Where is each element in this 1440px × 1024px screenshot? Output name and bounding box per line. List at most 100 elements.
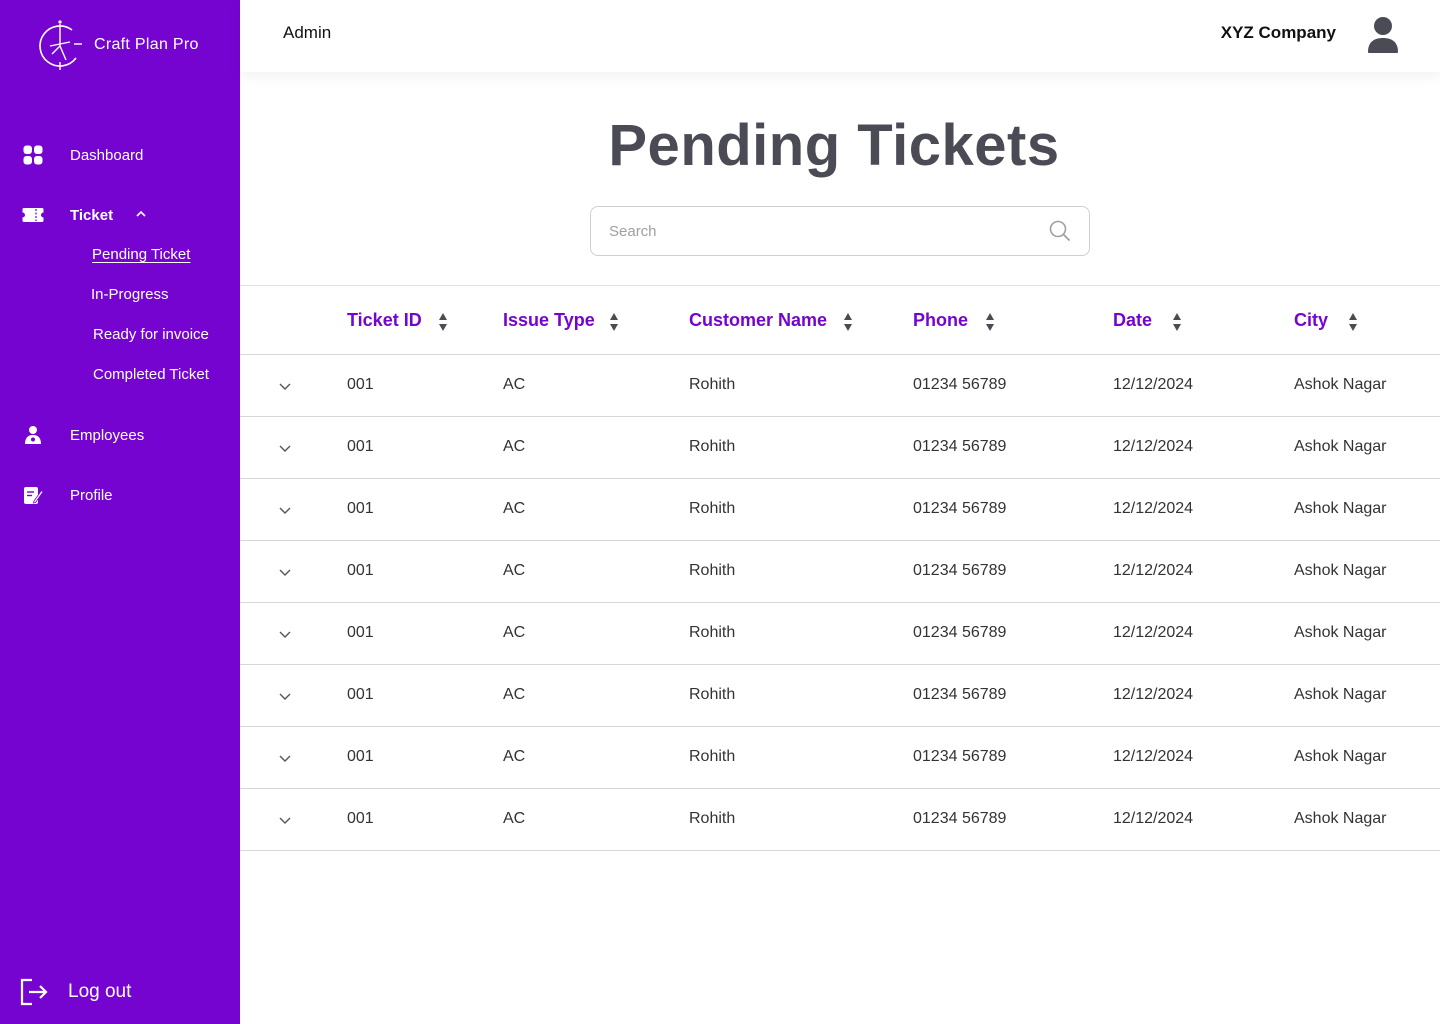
column-header-label: Ticket ID [347,310,422,330]
profile-icon [22,484,44,506]
sidebar-item-label: Employees [70,426,145,444]
chevron-down-icon[interactable] [278,813,292,827]
table-row[interactable]: 001 AC Rohith 01234 56789 12/12/2024 Ashok Na… [240,789,1440,851]
table-header: Ticket ID Issue Type Customer Name Phone… [240,285,1440,355]
chevron-down-icon[interactable] [278,565,292,579]
column-header-issue-type[interactable]: Issue Type [503,310,618,331]
cell-ticket-id: 001 [347,376,374,393]
column-header-date[interactable]: Date [1113,310,1181,331]
cell-issue-type: AC [503,624,526,641]
dashboard-icon [22,144,44,166]
sidebar-item-dashboard[interactable]: Dashboard [22,144,143,166]
column-header-label: Issue Type [503,310,595,330]
sidebar-item-label: Ticket [70,206,114,224]
cell-issue-type: AC [503,810,526,827]
sort-icon[interactable] [842,312,854,332]
submenu-in-progress[interactable]: In-Progress [91,286,169,303]
sidebar-item-profile[interactable]: Profile [22,484,113,506]
sort-icon[interactable] [1347,312,1359,332]
cell-phone: 01234 56789 [913,810,1007,827]
cell-city: Ashok Nagar [1294,810,1387,827]
cell-issue-type: AC [503,748,526,765]
column-header-label: Phone [913,310,969,330]
cell-customer-name: Rohith [689,810,736,827]
cell-date: 12/12/2024 [1113,500,1194,517]
column-header-customer-name[interactable]: Customer Name [689,310,852,331]
chevron-up-icon[interactable] [134,207,148,221]
table-row[interactable]: 001 AC Rohith 01234 56789 12/12/2024 Ashok Na… [240,541,1440,603]
cell-ticket-id: 001 [347,748,374,765]
column-header-ticket-id[interactable]: Ticket ID [347,310,447,331]
column-header-phone[interactable]: Phone [913,310,994,331]
cell-customer-name: Rohith [689,562,736,579]
chevron-down-icon[interactable] [278,379,292,393]
brand-logo-icon [39,20,82,70]
brand[interactable]: Craft Plan Pro [36,18,199,72]
cell-customer-name: Rohith [689,748,736,765]
chevron-down-icon[interactable] [278,503,292,517]
top-bar: Admin XYZ Company [240,0,1440,72]
table-body: 001 AC Rohith 01234 56789 12/12/2024 Ashok Na… [240,355,1440,851]
cell-customer-name: Rohith [689,376,736,393]
table-row[interactable]: 001 AC Rohith 01234 56789 12/12/2024 Ashok Na… [240,603,1440,665]
sort-icon[interactable] [984,312,996,332]
cell-ticket-id: 001 [347,562,374,579]
logout-button[interactable]: Log out [20,978,131,1006]
cell-date: 12/12/2024 [1113,686,1194,703]
sort-icon[interactable] [437,312,449,332]
sidebar: Craft Plan Pro Dashboard Ticket Pending … [0,0,240,1024]
table-row[interactable]: 001 AC Rohith 01234 56789 12/12/2024 Ashok Na… [240,355,1440,417]
cell-issue-type: AC [503,438,526,455]
cell-city: Ashok Nagar [1294,748,1387,765]
sort-icon[interactable] [608,312,620,332]
brand-name: Craft Plan Pro [94,36,199,53]
cell-ticket-id: 001 [347,686,374,703]
cell-customer-name: Rohith [689,624,736,641]
sidebar-item-label: Profile [70,486,113,504]
search-icon[interactable] [1049,220,1071,242]
table-row[interactable]: 001 AC Rohith 01234 56789 12/12/2024 Ashok Na… [240,665,1440,727]
employees-icon [22,424,44,446]
sidebar-item-employees[interactable]: Employees [22,424,144,446]
column-header-label: City [1294,310,1329,330]
user-role: Admin [283,23,332,42]
search-box [590,206,1090,256]
cell-date: 12/12/2024 [1113,376,1194,393]
cell-issue-type: AC [503,686,526,703]
cell-ticket-id: 001 [347,810,374,827]
main-content: Pending Tickets Ticket ID Issue Type Cus… [240,72,1440,1024]
table-row[interactable]: 001 AC Rohith 01234 56789 12/12/2024 Ashok Na… [240,727,1440,789]
search-input[interactable] [609,207,1029,255]
ticket-icon [22,204,44,226]
cell-date: 12/12/2024 [1113,748,1194,765]
cell-city: Ashok Nagar [1294,624,1387,641]
submenu-ready-for-invoice[interactable]: Ready for invoice [93,326,209,343]
sort-icon[interactable] [1171,312,1183,332]
cell-phone: 01234 56789 [913,562,1007,579]
cell-phone: 01234 56789 [913,624,1007,641]
cell-city: Ashok Nagar [1294,500,1387,517]
submenu-completed-ticket[interactable]: Completed Ticket [93,366,209,383]
table-row[interactable]: 001 AC Rohith 01234 56789 12/12/2024 Ashok Na… [240,417,1440,479]
cell-city: Ashok Nagar [1294,562,1387,579]
chevron-down-icon[interactable] [278,627,292,641]
sidebar-item-ticket[interactable]: Ticket [22,204,146,226]
cell-phone: 01234 56789 [913,376,1007,393]
cell-date: 12/12/2024 [1113,624,1194,641]
tickets-table: Ticket ID Issue Type Customer Name Phone… [240,285,1440,851]
cell-phone: 01234 56789 [913,438,1007,455]
cell-phone: 01234 56789 [913,500,1007,517]
chevron-down-icon[interactable] [278,751,292,765]
cell-customer-name: Rohith [689,500,736,517]
cell-issue-type: AC [503,376,526,393]
column-header-city[interactable]: City [1294,310,1357,331]
submenu-pending-ticket[interactable]: Pending Ticket [92,246,190,263]
logout-icon [20,978,48,1006]
chevron-down-icon[interactable] [278,689,292,703]
chevron-down-icon[interactable] [278,441,292,455]
table-row[interactable]: 001 AC Rohith 01234 56789 12/12/2024 Ashok Na… [240,479,1440,541]
company-name: XYZ Company [1220,23,1336,42]
cell-date: 12/12/2024 [1113,810,1194,827]
user-avatar-icon[interactable] [1366,16,1400,54]
cell-customer-name: Rohith [689,438,736,455]
